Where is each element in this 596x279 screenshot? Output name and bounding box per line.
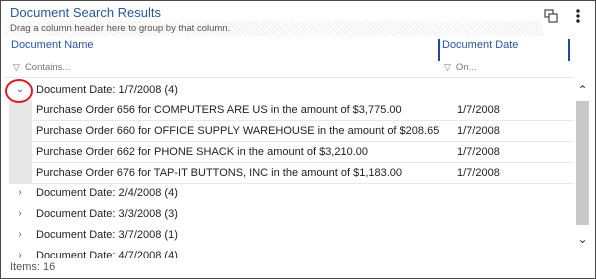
filter-placeholder: On... [455,62,477,73]
restore-window-icon[interactable] [544,9,558,28]
header-divider [5,77,573,78]
group-indent [9,100,32,121]
scrollbar-thumb[interactable] [576,101,589,225]
group-row[interactable]: › Document Date: 3/7/2008 (1) [9,225,573,245]
group-row[interactable]: › Document Date: 4/7/2008 (4) [9,246,573,258]
group-label: Document Date: 4/7/2008 (4) [36,250,178,258]
table-row[interactable]: Purchase Order 676 for TAP-IT BUTTONS, I… [9,163,573,184]
chevron-right-icon[interactable]: › [13,183,27,203]
table-row[interactable]: Purchase Order 662 for PHONE SHACK in th… [9,142,573,163]
column-header-document-date[interactable]: Document Date [442,39,518,51]
column-header-document-name[interactable]: Document Name [11,39,94,51]
highlight-circle [5,79,33,103]
column-drop-marker-right [568,39,570,61]
document-name-cell: Purchase Order 660 for OFFICE SUPPLY WAR… [36,125,440,137]
more-vertical-icon[interactable] [575,8,581,29]
filter-icon: ▽ [444,62,451,72]
document-date-cell: 1/7/2008 [457,167,500,179]
table-row[interactable]: Purchase Order 660 for OFFICE SUPPLY WAR… [9,121,573,142]
group-label: Document Date: 2/4/2008 (4) [36,187,178,199]
group-row[interactable]: › Document Date: 3/3/2008 (3) [9,204,573,224]
document-date-cell: 1/7/2008 [457,146,500,158]
group-indent [9,121,32,142]
group-indent [9,142,32,163]
filter-placeholder: Contains... [24,62,71,73]
group-row[interactable]: › Document Date: 2/4/2008 (4) [9,183,573,203]
chevron-down-icon[interactable]: ⌄ [576,232,589,246]
chevron-right-icon[interactable]: › [13,225,27,245]
column-drop-marker-left [438,39,440,61]
document-name-cell: Purchase Order 656 for COMPUTERS ARE US … [36,104,402,116]
panel-title: Document Search Results [10,5,162,20]
document-name-cell: Purchase Order 662 for PHONE SHACK in th… [36,146,369,158]
document-name-cell: Purchase Order 676 for TAP-IT BUTTONS, I… [36,167,403,179]
chevron-up-icon[interactable]: ⌃ [576,83,589,97]
filter-icon: ▽ [13,62,20,72]
document-date-cell: 1/7/2008 [457,125,500,137]
group-indent [9,163,32,184]
results-grid: ⌄ Document Date: 1/7/2008 (4) Purchase O… [9,80,573,258]
group-label: Document Date: 1/7/2008 (4) [36,84,178,96]
group-label: Document Date: 3/3/2008 (3) [36,208,178,220]
table-row[interactable]: Purchase Order 656 for COMPUTERS ARE US … [9,100,573,121]
document-name-filter[interactable]: ▽ Contains... [13,62,70,73]
document-date-filter[interactable]: ▽ On... [444,62,477,73]
group-label: Document Date: 3/7/2008 (1) [36,229,178,241]
item-count: Items: 16 [10,261,56,273]
document-date-cell: 1/7/2008 [457,104,500,116]
group-by-hint: Drag a column header here to group by th… [10,23,231,34]
chevron-right-icon[interactable]: › [13,246,27,258]
group-row[interactable]: ⌄ Document Date: 1/7/2008 (4) [9,80,573,100]
chevron-right-icon[interactable]: › [13,204,27,224]
document-search-panel: Document Search Results Drag a column he… [0,0,596,279]
